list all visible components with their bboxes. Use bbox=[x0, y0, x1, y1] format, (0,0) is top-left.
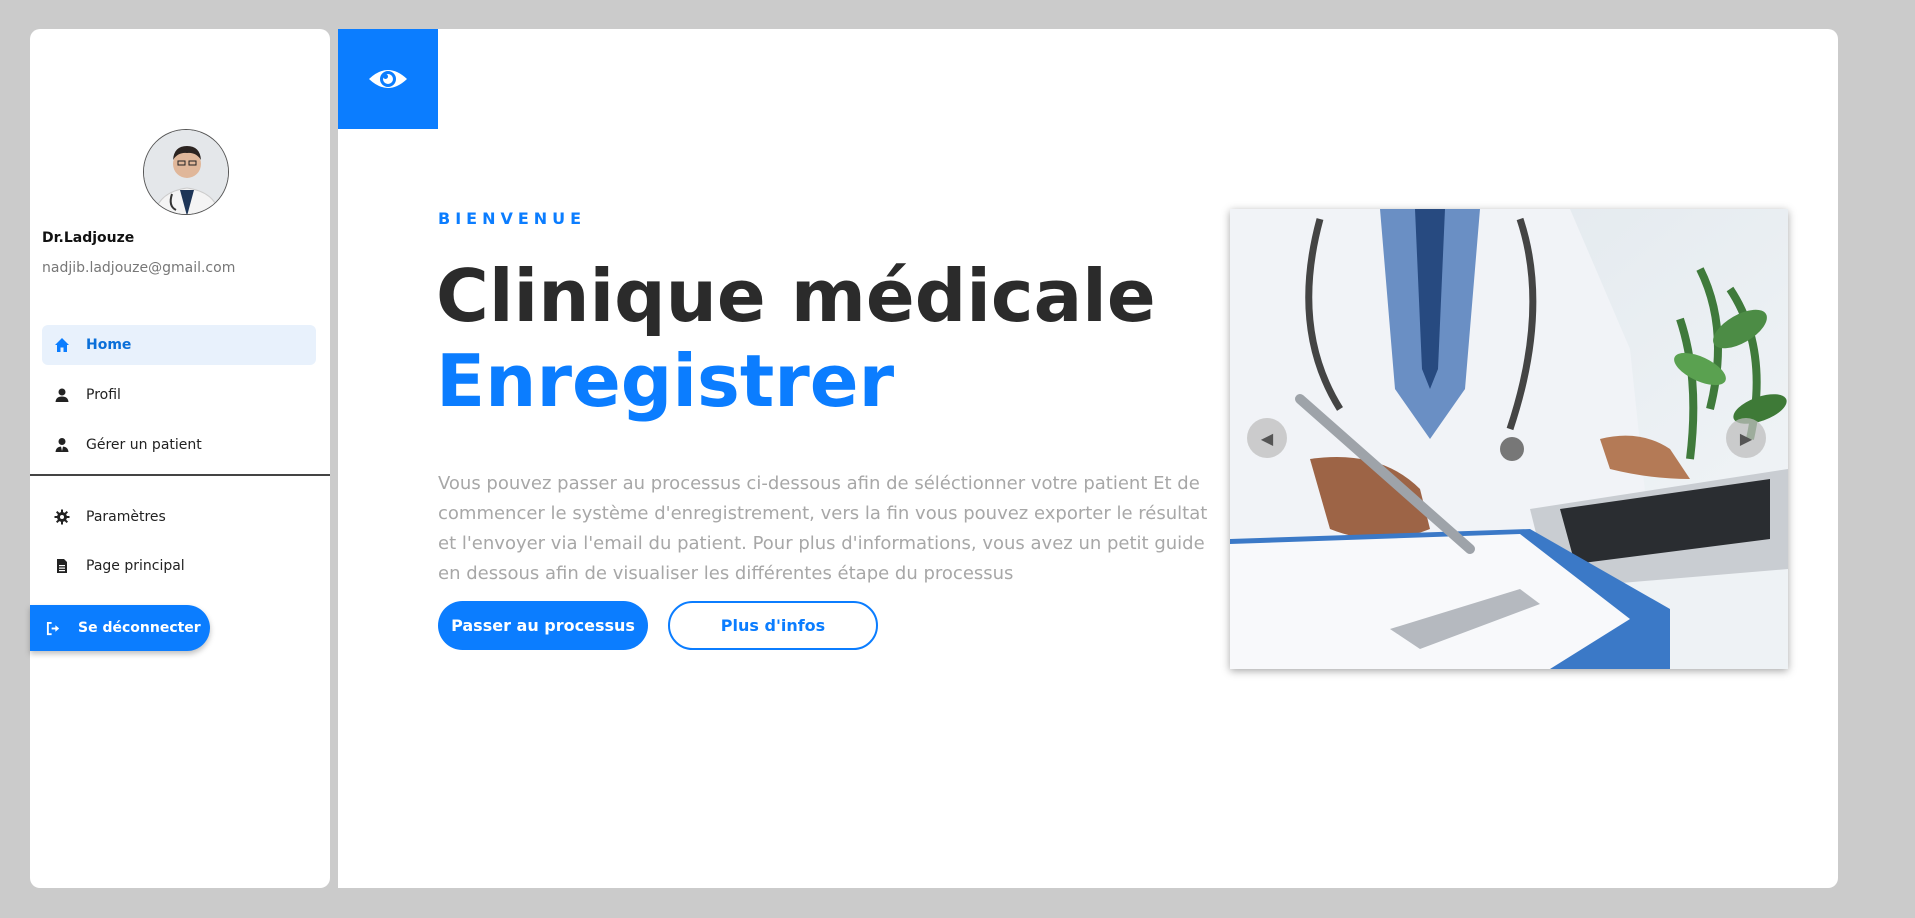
sidebar-item-label: Profil bbox=[86, 387, 121, 403]
process-button[interactable]: Passer au processus bbox=[438, 601, 648, 650]
sidebar: Dr.Ladjouze nadjib.ladjouze@gmail.com Ho… bbox=[30, 29, 330, 888]
hero-subtitle: Enregistrer bbox=[436, 339, 895, 423]
sidebar-divider bbox=[30, 474, 330, 476]
eye-logo[interactable] bbox=[338, 29, 438, 129]
sidebar-item-label: Paramètres bbox=[86, 509, 166, 525]
user-email: nadjib.ladjouze@gmail.com bbox=[42, 260, 236, 276]
sidebar-item-gerer-patient[interactable]: Gérer un patient bbox=[42, 425, 316, 465]
sidebar-item-profil[interactable]: Profil bbox=[42, 375, 316, 415]
hero-kicker: BIENVENUE bbox=[438, 209, 587, 228]
sidebar-item-page-principal[interactable]: Page principal bbox=[42, 546, 316, 586]
user-name: Dr.Ladjouze bbox=[42, 230, 135, 246]
hero-description: Vous pouvez passer au processus ci-desso… bbox=[438, 473, 1208, 584]
doctor-writing-image bbox=[1230, 209, 1788, 669]
sidebar-item-label: Home bbox=[86, 337, 132, 353]
sidebar-item-home[interactable]: Home bbox=[42, 325, 316, 365]
image-carousel: ◀ ▶ bbox=[1230, 209, 1788, 669]
avatar bbox=[143, 129, 229, 215]
sidebar-item-label: Page principal bbox=[86, 558, 185, 574]
logout-label: Se déconnecter bbox=[78, 620, 201, 636]
carousel-prev-button[interactable]: ◀ bbox=[1247, 418, 1287, 458]
user-tie-icon bbox=[52, 435, 72, 455]
file-icon bbox=[52, 556, 72, 576]
carousel-next-button[interactable]: ▶ bbox=[1726, 418, 1766, 458]
sign-out-icon bbox=[46, 619, 64, 637]
eye-icon bbox=[369, 70, 407, 88]
user-icon bbox=[52, 385, 72, 405]
home-icon bbox=[52, 335, 72, 355]
logout-button[interactable]: Se déconnecter bbox=[30, 605, 210, 651]
more-info-button[interactable]: Plus d'infos bbox=[668, 601, 878, 650]
hero-title: Clinique médicale bbox=[436, 254, 1156, 338]
main-panel: BIENVENUE Clinique médicale Enregistrer … bbox=[338, 29, 1838, 888]
gear-icon bbox=[52, 507, 72, 527]
sidebar-item-label: Gérer un patient bbox=[86, 437, 202, 453]
sidebar-item-parametres[interactable]: Paramètres bbox=[42, 497, 316, 537]
